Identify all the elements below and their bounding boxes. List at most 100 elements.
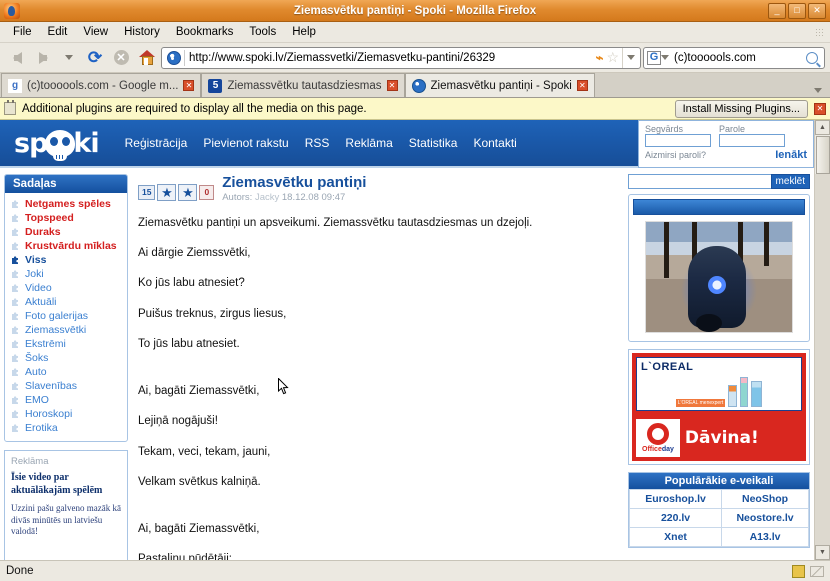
security-icon[interactable] xyxy=(792,564,805,578)
sidebar-item-label[interactable]: Viss xyxy=(25,254,46,266)
history-dropdown-button[interactable] xyxy=(57,46,81,70)
sidebar-item-label[interactable]: Duraks xyxy=(25,226,61,238)
sidebar-item-netgames[interactable]: Netgames spēles xyxy=(7,197,125,211)
username-input[interactable] xyxy=(645,134,711,147)
google-engine-icon[interactable]: G xyxy=(647,50,661,65)
sidebar-item-label[interactable]: Video xyxy=(25,282,52,294)
install-missing-plugins-button[interactable]: Install Missing Plugins... xyxy=(674,99,808,118)
sidebar-item-krustvardu-miklas[interactable]: Krustvārdu mīklas xyxy=(7,239,125,253)
search-input[interactable]: (c)toooools.com xyxy=(669,52,806,64)
sidebar-item-label[interactable]: Auto xyxy=(25,366,47,378)
sidebar-item-label[interactable]: Ekstrēmi xyxy=(25,338,66,350)
sidebar-item-soks[interactable]: Šoks xyxy=(7,351,125,365)
menu-history[interactable]: History xyxy=(116,24,168,40)
back-button[interactable] xyxy=(5,46,29,70)
scroll-down-button[interactable]: ▼ xyxy=(815,545,830,560)
sidebar-item-label[interactable]: Aktuāli xyxy=(25,296,57,308)
sidebar-item-viss[interactable]: Viss xyxy=(7,253,125,267)
tab-close-icon[interactable]: ✕ xyxy=(183,80,195,91)
url-dropdown-button[interactable] xyxy=(622,47,638,68)
sidebar-item-label[interactable]: EMO xyxy=(25,394,49,406)
sidebar-item-label[interactable]: Joki xyxy=(25,268,44,280)
tab-tautasdziesmas[interactable]: 5 Ziemassvētku tautasdziesmas ✕ xyxy=(201,73,405,97)
resize-grip-icon[interactable] xyxy=(810,565,824,577)
forgot-password-link[interactable]: Aizmirsi paroli? xyxy=(645,150,706,160)
sidebar-item-duraks[interactable]: Duraks xyxy=(7,225,125,239)
sidebar-item-slavenibas[interactable]: Slavenības xyxy=(7,379,125,393)
scrollbar-track[interactable] xyxy=(814,174,830,545)
sidebar-item-label[interactable]: Slavenības xyxy=(25,380,77,392)
password-input[interactable] xyxy=(719,134,785,147)
tab-spoki[interactable]: Ziemasvētku pantiņi - Spoki ✕ xyxy=(404,73,595,97)
sidebar-item-label[interactable]: Netgames spēles xyxy=(25,198,111,210)
sidebar-item-joki[interactable]: Joki xyxy=(7,267,125,281)
page-scrollbar[interactable]: ▲ ▼ xyxy=(814,120,830,560)
tab-google[interactable]: g (c)toooools.com - Google m... ✕ xyxy=(1,73,202,97)
menu-edit[interactable]: Edit xyxy=(40,24,76,40)
menu-help[interactable]: Help xyxy=(284,24,324,40)
spoki-logo[interactable]: sp ki xyxy=(14,128,100,161)
site-search-input[interactable] xyxy=(628,174,771,189)
minimize-button[interactable]: _ xyxy=(768,2,786,19)
url-bar[interactable]: http://www.spoki.lv/Ziemassvetki/Ziemasv… xyxy=(161,46,641,69)
reload-button[interactable]: ⟳ xyxy=(83,46,107,70)
shop-link[interactable]: Euroshop.lv xyxy=(628,489,723,509)
nav-registracija[interactable]: Reģistrācija xyxy=(125,136,188,150)
vote-up-button[interactable]: ★ xyxy=(157,184,177,201)
sidebar-item-label[interactable]: Ziemassvētki xyxy=(25,324,86,336)
notification-close-icon[interactable]: ✕ xyxy=(814,102,826,115)
menu-bookmarks[interactable]: Bookmarks xyxy=(168,24,242,40)
nav-rss[interactable]: RSS xyxy=(305,136,330,150)
featured-photo[interactable] xyxy=(645,221,793,333)
sidebar-item-label[interactable]: Krustvārdu mīklas xyxy=(25,240,117,252)
home-button[interactable] xyxy=(135,46,159,70)
rss-icon[interactable]: ⌁ xyxy=(596,50,604,66)
sidebar-item-erotika[interactable]: Erotika xyxy=(7,421,125,435)
search-icon[interactable] xyxy=(806,51,818,64)
sidebar-item-label[interactable]: Šoks xyxy=(25,352,48,364)
nav-kontakti[interactable]: Kontakti xyxy=(473,136,516,150)
stop-button[interactable]: ✕ xyxy=(109,46,133,70)
scroll-up-button[interactable]: ▲ xyxy=(815,120,830,135)
vote-down-button[interactable]: ★ xyxy=(178,184,198,201)
shop-link[interactable]: Neostore.lv xyxy=(721,508,809,528)
sidebar-item-video[interactable]: Video xyxy=(7,281,125,295)
forward-button[interactable] xyxy=(31,46,55,70)
chevron-down-icon[interactable] xyxy=(661,55,669,60)
sidebar-item-topspeed[interactable]: Topspeed xyxy=(7,211,125,225)
sidebar-item-label[interactable]: Foto galerijas xyxy=(25,310,88,322)
shop-link[interactable]: Xnet xyxy=(628,527,723,547)
nav-statistika[interactable]: Statistika xyxy=(409,136,458,150)
nav-reklama[interactable]: Reklāma xyxy=(345,136,392,150)
url-text[interactable]: http://www.spoki.lv/Ziemassvetki/Ziemasv… xyxy=(189,52,593,64)
close-button[interactable]: ✕ xyxy=(808,2,826,19)
sidebar-item-label[interactable]: Horoskopi xyxy=(25,408,72,420)
sidebar-item-label[interactable]: Topspeed xyxy=(25,212,74,224)
tab-close-icon[interactable]: ✕ xyxy=(576,80,588,91)
search-bar[interactable]: G (c)toooools.com xyxy=(643,46,825,69)
shop-link[interactable]: 220.lv xyxy=(628,508,723,528)
site-search-button[interactable]: meklēt xyxy=(770,174,810,189)
tab-list-button[interactable] xyxy=(814,88,830,97)
login-submit-button[interactable]: Ienākt xyxy=(775,149,807,161)
sidebar-item-ziemassvetki[interactable]: Ziemassvētki xyxy=(7,323,125,337)
sidebar-item-horoskopi[interactable]: Horoskopi xyxy=(7,407,125,421)
tab-close-icon[interactable]: ✕ xyxy=(386,80,398,91)
sidebar-item-ekstremi[interactable]: Ekstrēmi xyxy=(7,337,125,351)
shop-link[interactable]: NeoShop xyxy=(721,489,809,509)
bookmark-star-icon[interactable]: ☆ xyxy=(606,49,619,66)
scrollbar-thumb[interactable] xyxy=(815,136,830,174)
shop-link[interactable]: A13.lv xyxy=(721,527,809,547)
maximize-button[interactable]: □ xyxy=(788,2,806,19)
sidebar-item-aktuali[interactable]: Aktuāli xyxy=(7,295,125,309)
author-name[interactable]: Jacky xyxy=(255,192,279,203)
menu-file[interactable]: File xyxy=(5,24,40,40)
left-ad-box[interactable]: Reklāma Īsie video par aktuālākajām spēl… xyxy=(4,450,128,560)
sidebar-item-auto[interactable]: Auto xyxy=(7,365,125,379)
sidebar-item-foto-galerijas[interactable]: Foto galerijas xyxy=(7,309,125,323)
menu-tools[interactable]: Tools xyxy=(241,24,284,40)
sidebar-item-emo[interactable]: EMO xyxy=(7,393,125,407)
menu-view[interactable]: View xyxy=(75,24,116,40)
sidebar-item-label[interactable]: Erotika xyxy=(25,422,58,434)
ad-banner[interactable]: L`OREAL L'OREAL menexpert Officeday Dāvi… xyxy=(628,349,810,465)
